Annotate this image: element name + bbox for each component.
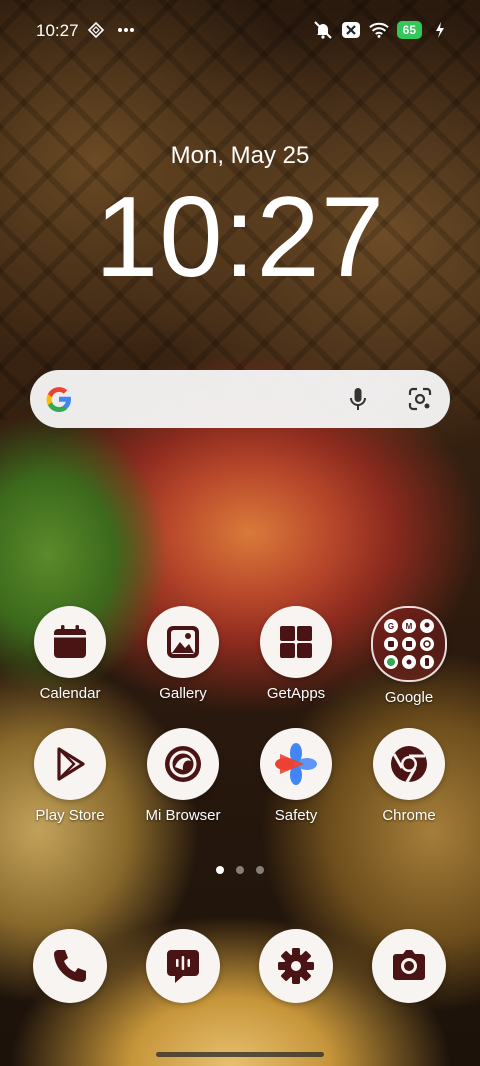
mute-icon [313,20,333,40]
vpn-icon [86,20,106,40]
svg-text:G: G [388,622,394,631]
x-box-icon [341,20,361,40]
app-label: Chrome [382,807,436,824]
mi-browser-icon [147,728,219,800]
app-safety[interactable]: Safety [241,728,351,824]
status-bar: 10:27 65 [0,0,480,62]
page-indicator[interactable] [0,866,480,874]
settings-icon [259,929,333,1003]
app-play-store[interactable]: Play Store [15,728,125,824]
google-g-icon [42,382,76,416]
app-label: Calendar [39,685,101,702]
dock-phone[interactable] [15,929,125,1003]
dock-camera[interactable] [354,929,464,1003]
mic-icon[interactable] [344,385,372,413]
page-dot-1[interactable] [216,866,224,874]
battery-level: 65 [396,21,422,39]
getapps-icon [260,606,332,678]
app-label: Safety [274,807,318,824]
lens-icon[interactable] [406,385,434,413]
google-search-bar[interactable] [30,370,450,428]
google-folder-icon: G M [371,606,447,682]
page-dot-2[interactable] [236,866,244,874]
camera-icon [372,929,446,1003]
more-dots-icon [116,20,136,40]
safety-icon [260,728,332,800]
play-store-icon [34,728,106,800]
dock-messages[interactable] [128,929,238,1003]
app-calendar[interactable]: Calendar [15,606,125,702]
gallery-icon [147,606,219,678]
app-gallery[interactable]: Gallery [128,606,238,702]
page-dot-3[interactable] [256,866,264,874]
svg-text:M: M [406,622,413,631]
app-label: Gallery [159,685,207,702]
messages-icon [146,929,220,1003]
wifi-icon [368,20,389,40]
app-getapps[interactable]: GetApps [241,606,351,702]
app-label: Play Store [35,807,105,824]
dock-settings[interactable] [241,929,351,1003]
lockscreen-clock[interactable]: 10:27 [0,172,480,303]
app-label: Google [384,689,434,706]
app-label: Mi Browser [145,807,221,824]
charging-icon [430,20,450,40]
app-label: GetApps [266,685,326,702]
app-google-folder[interactable]: G M Google [354,606,464,706]
status-time: 10:27 [36,21,79,40]
app-chrome[interactable]: Chrome [354,728,464,824]
calendar-icon [34,606,106,678]
lockscreen-date: Mon, May 25 [170,142,310,169]
chrome-icon [373,728,445,800]
phone-icon [33,929,107,1003]
home-gesture-bar[interactable] [156,1052,324,1057]
app-mi-browser[interactable]: Mi Browser [128,728,238,824]
